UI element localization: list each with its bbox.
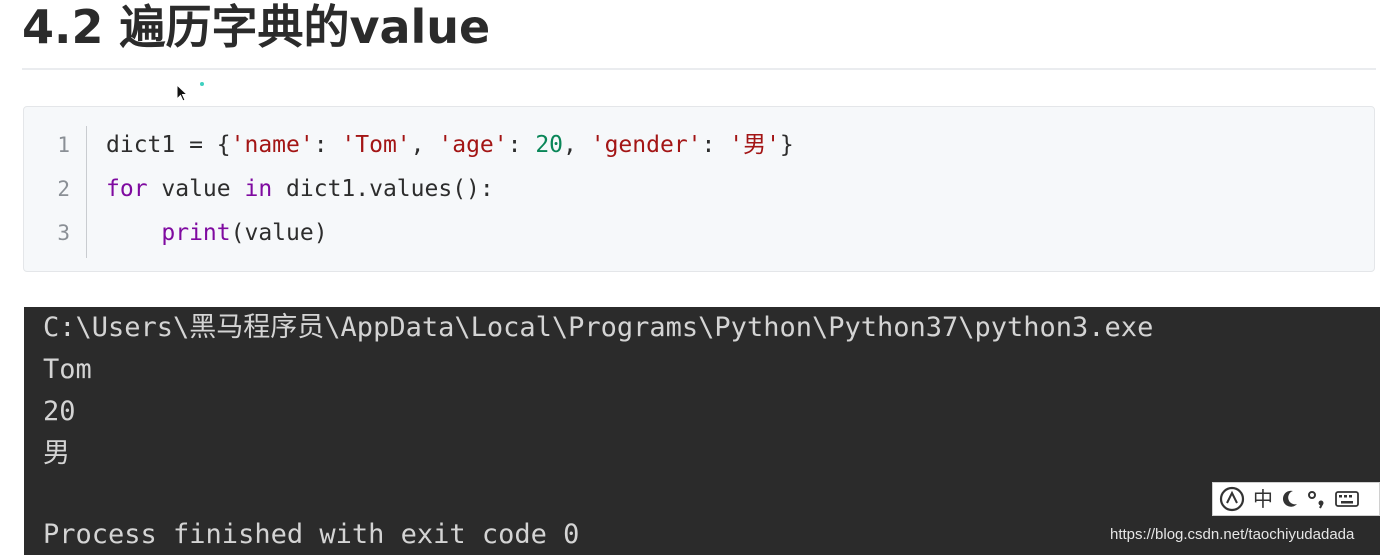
code-token: : xyxy=(701,132,730,158)
code-string: '男' xyxy=(729,132,780,158)
console-output-line: 男 xyxy=(43,438,70,469)
title-divider xyxy=(22,68,1376,70)
code-line-3: print(value) xyxy=(106,218,328,248)
code-string: 'Tom' xyxy=(341,132,411,158)
console-output-line: 20 xyxy=(43,396,76,427)
source-watermark: https://blog.csdn.net/taochiyudadada xyxy=(1110,526,1355,543)
cursor-dot xyxy=(200,82,204,86)
code-string: 'name' xyxy=(230,132,314,158)
code-token: (value) xyxy=(230,220,328,246)
console-output-line: Tom xyxy=(43,354,92,385)
line-number: 2 xyxy=(57,177,70,201)
ime-mode-chinese[interactable]: 中 xyxy=(1253,484,1273,514)
keyboard-icon[interactable] xyxy=(1335,490,1359,508)
code-token: : xyxy=(313,132,342,158)
punctuation-icon[interactable] xyxy=(1307,489,1327,509)
code-number: 20 xyxy=(535,132,564,158)
console-path-line: C:\Users\黑马程序员\AppData\Local\Programs\Py… xyxy=(43,312,1154,343)
code-token: } xyxy=(779,132,794,158)
code-line-1: dict1 = {'name': 'Tom', 'age': 20, 'gend… xyxy=(106,130,794,160)
line-number: 1 xyxy=(57,133,70,157)
code-keyword: in xyxy=(244,176,273,202)
code-token: , xyxy=(563,132,591,158)
page-title: 4.2 遍历字典的value xyxy=(22,0,491,54)
code-token: value xyxy=(147,176,245,202)
code-token: , xyxy=(410,132,439,158)
code-line-2: for value in dict1.values(): xyxy=(106,174,494,204)
ime-logo-icon[interactable] xyxy=(1219,486,1245,512)
code-string: 'age' xyxy=(438,132,508,158)
code-token: dict1 = { xyxy=(106,132,231,158)
code-token: : xyxy=(507,132,536,158)
mouse-cursor-icon xyxy=(176,84,189,102)
code-function: print xyxy=(161,220,231,246)
code-string: 'gender' xyxy=(590,132,702,158)
moon-icon[interactable] xyxy=(1281,489,1299,509)
ime-toolbar[interactable]: 中 xyxy=(1212,482,1380,516)
code-keyword: for xyxy=(106,176,148,202)
code-token: dict1.values(): xyxy=(272,176,494,202)
line-number: 3 xyxy=(57,221,70,245)
code-gutter-divider xyxy=(86,126,87,258)
console-exit-line: Process finished with exit code 0 xyxy=(43,519,580,550)
